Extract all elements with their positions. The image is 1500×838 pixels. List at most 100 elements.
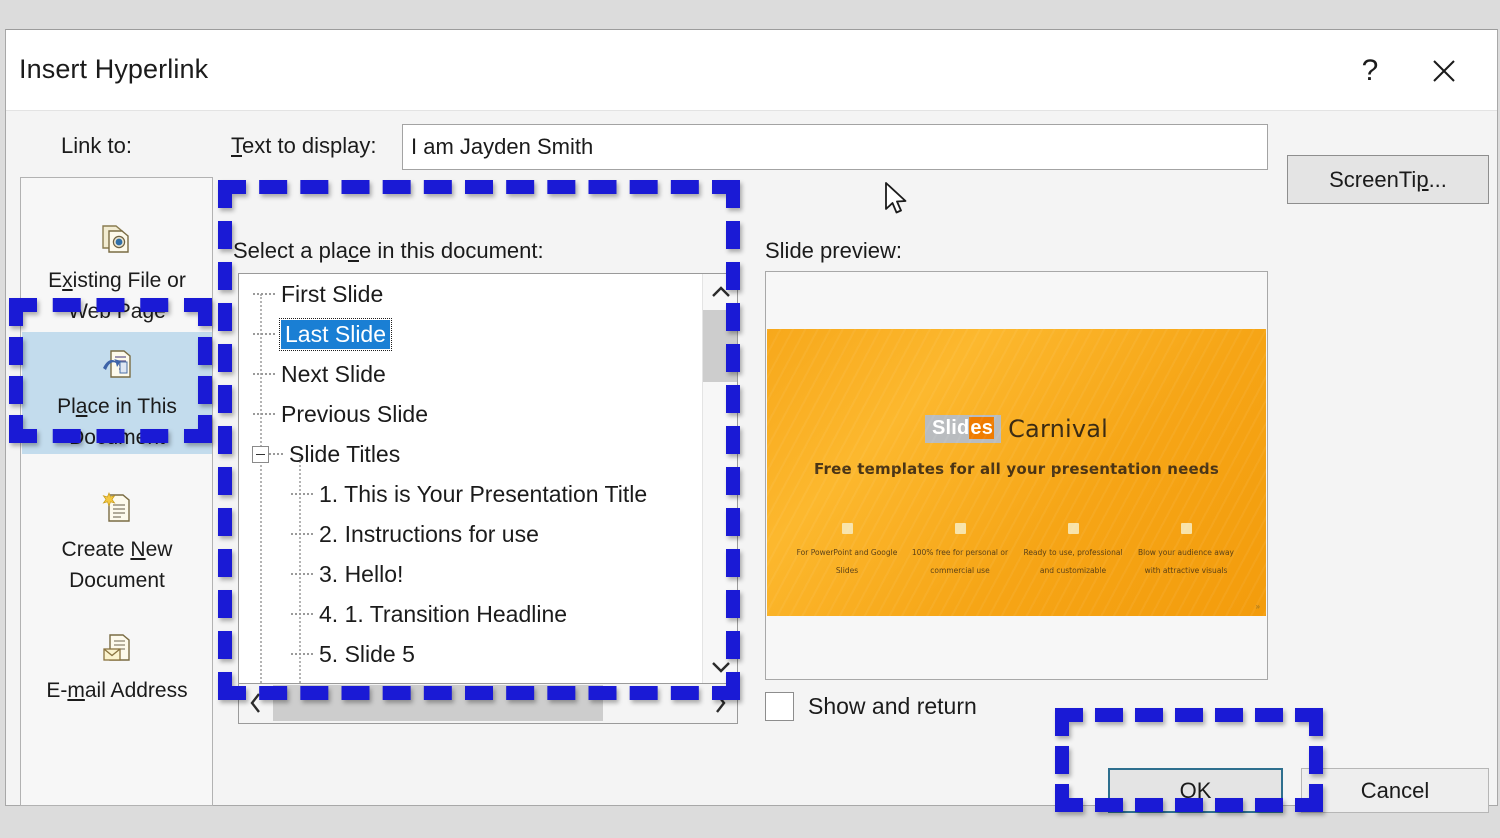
logo-mark-accent: es (969, 417, 995, 439)
slide-feature: Blow your audience away with attractive … (1130, 523, 1242, 578)
checkbox-box[interactable] (765, 692, 794, 721)
logo-mark: Slides (924, 415, 1002, 443)
select-place-label-post: e in this document: (358, 238, 544, 263)
tree-item-first-slide[interactable]: First Slide (239, 274, 699, 314)
screentip-label-pre: ScreenTi (1329, 166, 1417, 192)
slide-preview-label: Slide preview: (765, 238, 902, 263)
tree-item-label: 5. Slide 5 (319, 640, 415, 667)
sidebar-item-existing-file-or-web-page[interactable]: Existing File or Web Page (22, 208, 212, 327)
slide-thumbnail: Slides Carnival Free templates for all y… (767, 329, 1266, 616)
show-and-return-label: Show and return (808, 693, 977, 719)
insert-hyperlink-dialog: Insert Hyperlink ? Link to: Text to disp… (5, 29, 1498, 813)
select-place-accelerator: c (347, 238, 359, 263)
sidebar-item-place-in-this-document[interactable]: Place in This Document (22, 332, 212, 454)
tree-item-slide-5[interactable]: 5. Slide 5 (239, 634, 699, 674)
slide-feature-text: For PowerPoint and Google Slides (796, 548, 898, 575)
screentip-button[interactable]: ScreenTi p... (1287, 155, 1489, 204)
tree-tick (291, 533, 313, 535)
tree-tick (253, 333, 275, 335)
slide-feature-text: Blow your audience away with attractive … (1137, 548, 1235, 575)
link-to-sidebar: Existing File or Web Page Place in This Do… (20, 177, 213, 806)
place-tree-items: First Slide Last Slide Next Slide Previo… (239, 274, 699, 683)
tree-item-label: 4. 1. Transition Headline (319, 600, 568, 627)
pencil-icon (1067, 523, 1079, 534)
file-web-page-icon (100, 222, 134, 259)
download-icon (954, 523, 966, 534)
tree-item-label: 2. Instructions for use (319, 520, 539, 547)
tree-item-label: Slide Titles (289, 440, 401, 467)
logo-mark-pre: Slid (931, 417, 970, 439)
slide-feature-row: For PowerPoint and Google Slides 100% fr… (791, 523, 1242, 578)
sidebar-item-label: E-mail Address (46, 679, 188, 702)
new-document-icon (100, 491, 134, 528)
link-to-label: Link to: (61, 133, 132, 158)
slide-feature: Ready to use, professional and customiza… (1017, 523, 1129, 578)
close-icon[interactable] (1413, 30, 1475, 111)
horizontal-scrollbar-thumb[interactable] (273, 685, 603, 721)
dialog-top-row: Link to: Text to display: ScreenTip... (6, 111, 1497, 204)
presentation-icon (841, 523, 853, 534)
tree-item-slide-titles[interactable]: Slide Titles (239, 434, 699, 474)
sidebar-item-label: Existing File or Web Page (48, 269, 186, 323)
sidebar-item-create-new-document[interactable]: Create New Document (22, 477, 212, 596)
ok-button[interactable]: OK (1108, 768, 1283, 813)
text-to-display-accelerator: T (231, 133, 242, 158)
slide-feature-text: Ready to use, professional and customiza… (1023, 548, 1123, 575)
page-title: Insert Hyperlink (19, 54, 209, 84)
tree-item-label: 1. This is Your Presentation Title (319, 480, 648, 507)
slide-corner-mark: » (1255, 602, 1260, 611)
tree-tick (253, 413, 275, 415)
help-icon[interactable]: ? (1339, 30, 1401, 111)
cancel-button[interactable]: Cancel (1301, 768, 1489, 813)
tree-vertical-scrollbar[interactable] (702, 274, 737, 683)
sparkle-icon (1180, 523, 1192, 534)
place-tree-view[interactable]: First Slide Last Slide Next Slide Previo… (238, 273, 738, 684)
tree-item-next-slide[interactable]: Next Slide (239, 354, 699, 394)
help-glyph: ? (1361, 53, 1379, 87)
slidescarnival-logo: Slides Carnival (767, 415, 1266, 443)
tree-item-slide-4[interactable]: 4. 1. Transition Headline (239, 594, 699, 634)
chevron-right-icon[interactable] (704, 684, 737, 722)
tree-tick (291, 573, 313, 575)
chevron-up-icon[interactable] (703, 274, 737, 308)
show-and-return-checkbox[interactable]: Show and return (765, 692, 977, 721)
tree-item-last-slide[interactable]: Last Slide (239, 314, 699, 354)
tree-item-label: First Slide (281, 280, 384, 307)
text-to-display-label: Text to display: (231, 133, 377, 159)
logo-wordmark: Carnival (1008, 415, 1109, 443)
screentip-accelerator: p (1416, 166, 1429, 192)
sidebar-item-label: Place in This Document (57, 395, 177, 449)
tree-item-label: Previous Slide (281, 400, 429, 427)
slide-feature: 100% free for personal or commercial use (904, 523, 1016, 578)
tree-tick (253, 373, 275, 375)
select-place-label-pre: Select a pla (233, 238, 348, 263)
text-to-display-input[interactable] (402, 124, 1268, 170)
collapse-expander-icon[interactable] (252, 445, 269, 463)
sidebar-item-email-address[interactable]: E-mail Address (22, 618, 212, 706)
tree-item-slide-2[interactable]: 2. Instructions for use (239, 514, 699, 554)
slide-preview-panel: Slides Carnival Free templates for all y… (765, 271, 1268, 680)
slide-feature-text: 100% free for personal or commercial use (911, 548, 1009, 575)
tree-item-slide-1[interactable]: 1. This is Your Presentation Title (239, 474, 699, 514)
select-place-label: Select a place in this document: (233, 238, 544, 264)
text-to-display-label-rest: ext to display: (242, 133, 377, 158)
chevron-left-icon[interactable] (239, 684, 272, 722)
tree-tick (291, 653, 313, 655)
sidebar-item-label: Create New Document (61, 538, 173, 592)
tree-item-previous-slide[interactable]: Previous Slide (239, 394, 699, 434)
close-glyph (1433, 59, 1455, 82)
tree-tick (291, 613, 313, 615)
slide-feature: For PowerPoint and Google Slides (791, 523, 903, 578)
email-address-icon (100, 632, 134, 669)
tree-item-label: Last Slide (278, 317, 393, 351)
place-in-document-icon (100, 348, 134, 385)
chevron-down-icon[interactable] (703, 649, 737, 683)
slide-tagline: Free templates for all your presentation… (814, 460, 1219, 478)
tree-item-label: Next Slide (281, 360, 386, 387)
vertical-scrollbar-thumb[interactable] (703, 310, 737, 382)
tree-tick (253, 293, 275, 295)
tree-tick (291, 493, 313, 495)
tree-item-label: 3. Hello! (319, 560, 404, 587)
tree-item-slide-3[interactable]: 3. Hello! (239, 554, 699, 594)
tree-horizontal-scrollbar[interactable] (238, 684, 738, 724)
